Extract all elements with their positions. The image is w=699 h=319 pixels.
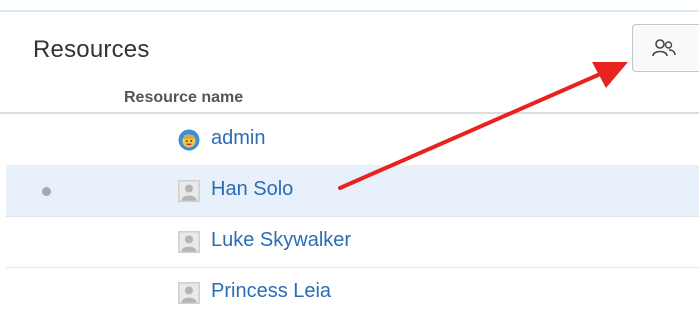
resource-link[interactable]: Luke Skywalker xyxy=(211,229,351,252)
resource-link[interactable]: admin xyxy=(211,127,265,150)
admin-avatar-icon xyxy=(178,129,200,151)
top-border xyxy=(0,10,699,12)
table-row[interactable]: Luke Skywalker xyxy=(6,216,699,268)
panel-title: Resources xyxy=(33,36,150,63)
user-placeholder-icon xyxy=(178,231,200,253)
resource-link[interactable]: Princess Leia xyxy=(211,280,331,303)
table-row[interactable]: Han Solo xyxy=(6,165,699,217)
table-row[interactable]: Princess Leia xyxy=(6,267,699,319)
user-placeholder-icon xyxy=(178,180,200,202)
status-dot xyxy=(42,187,51,196)
user-placeholder-icon xyxy=(178,282,200,304)
resource-link[interactable]: Han Solo xyxy=(211,178,293,201)
manage-users-button[interactable] xyxy=(632,24,699,72)
user-group-icon xyxy=(651,39,676,57)
column-header-resource-name[interactable]: Resource name xyxy=(124,89,243,107)
table-row[interactable]: admin xyxy=(6,114,699,166)
